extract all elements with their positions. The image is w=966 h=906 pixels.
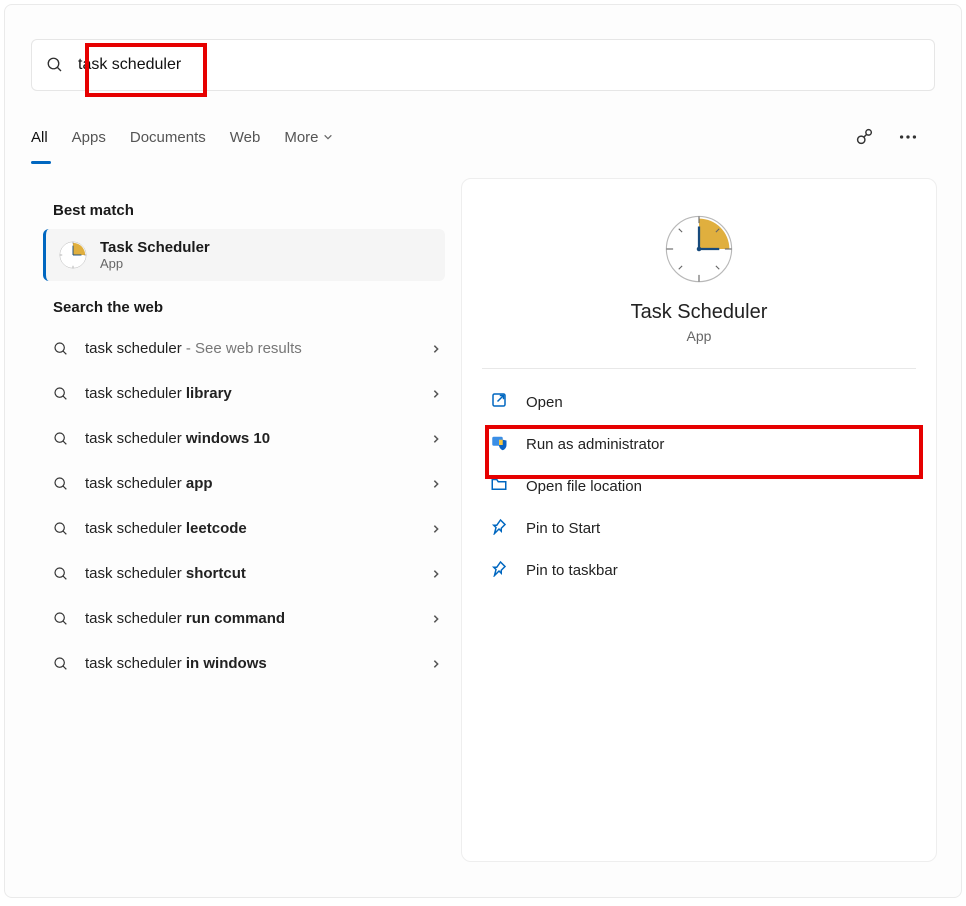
preview-action-label: Open <box>526 394 563 411</box>
pin-icon <box>490 517 508 539</box>
web-result[interactable]: task scheduler library <box>31 371 455 416</box>
preview-action-pin-to-start[interactable]: Pin to Start <box>482 507 916 549</box>
task-scheduler-large-icon <box>663 213 735 285</box>
web-result[interactable]: task scheduler windows 10 <box>31 416 455 461</box>
best-match-title: Task Scheduler <box>100 239 210 256</box>
search-input[interactable] <box>78 56 920 74</box>
pin-icon <box>490 559 508 581</box>
search-icon <box>53 611 69 627</box>
web-result-label: task scheduler app <box>85 475 415 492</box>
chevron-right-icon <box>431 344 441 354</box>
chevron-down-icon <box>323 132 333 142</box>
best-match-result[interactable]: Task Scheduler App <box>43 229 445 281</box>
web-result[interactable]: task scheduler shortcut <box>31 551 455 596</box>
web-result[interactable]: task scheduler in windows <box>31 641 455 686</box>
preview-separator <box>482 368 916 369</box>
results-column: Best match Task Scheduler App Search the… <box>9 178 461 882</box>
preview-action-open[interactable]: Open <box>482 381 916 423</box>
search-icon <box>53 521 69 537</box>
web-result[interactable]: task scheduler app <box>31 461 455 506</box>
search-icon <box>46 56 64 74</box>
web-results-list: task scheduler - See web results task sch… <box>31 326 455 686</box>
web-result[interactable]: task scheduler leetcode <box>31 506 455 551</box>
preview-action-label: Run as administrator <box>526 436 664 453</box>
tab-apps[interactable]: Apps <box>72 123 106 152</box>
search-icon <box>53 476 69 492</box>
open-external-icon <box>490 391 508 413</box>
filter-tabs: All Apps Documents Web More <box>31 123 853 152</box>
chevron-right-icon <box>431 614 441 624</box>
folder-icon <box>490 475 508 497</box>
shield-app-icon <box>490 433 508 455</box>
chevron-right-icon <box>431 659 441 669</box>
web-result-label: task scheduler in windows <box>85 655 415 672</box>
preview-action-label: Open file location <box>526 478 642 495</box>
web-result-label: task scheduler leetcode <box>85 520 415 537</box>
web-result[interactable]: task scheduler run command <box>31 596 455 641</box>
chevron-right-icon <box>431 569 441 579</box>
preview-action-pin-to-taskbar[interactable]: Pin to taskbar <box>482 549 916 591</box>
tab-more[interactable]: More <box>284 123 332 152</box>
active-tab-underline <box>31 161 51 164</box>
search-box[interactable] <box>31 39 935 91</box>
web-result-label: task scheduler - See web results <box>85 340 415 357</box>
preview-title: Task Scheduler <box>482 301 916 324</box>
feedback-icon[interactable] <box>853 126 875 148</box>
search-icon <box>53 386 69 402</box>
preview-actions-list: Open Run as administrator Open file locati… <box>482 381 916 591</box>
chevron-right-icon <box>431 434 441 444</box>
preview-action-run-as-administrator[interactable]: Run as administrator <box>482 423 916 465</box>
best-match-subtitle: App <box>100 256 210 271</box>
preview-action-open-file-location[interactable]: Open file location <box>482 465 916 507</box>
search-icon <box>53 341 69 357</box>
preview-subtitle: App <box>482 328 916 344</box>
tab-more-label: More <box>284 129 318 146</box>
section-best-match: Best match <box>53 202 455 219</box>
tab-web[interactable]: Web <box>230 123 261 152</box>
preview-action-label: Pin to taskbar <box>526 562 618 579</box>
more-options-icon[interactable] <box>897 126 919 148</box>
chevron-right-icon <box>431 389 441 399</box>
chevron-right-icon <box>431 524 441 534</box>
preview-panel: Task Scheduler App Open Run as administra… <box>461 178 937 862</box>
task-scheduler-icon <box>58 240 88 270</box>
tab-all[interactable]: All <box>31 123 48 152</box>
preview-action-label: Pin to Start <box>526 520 600 537</box>
tab-documents[interactable]: Documents <box>130 123 206 152</box>
section-search-web: Search the web <box>53 299 455 316</box>
filter-tabs-row: All Apps Documents Web More <box>31 109 935 165</box>
search-icon <box>53 566 69 582</box>
web-result-label: task scheduler library <box>85 385 415 402</box>
web-result-label: task scheduler windows 10 <box>85 430 415 447</box>
search-icon <box>53 656 69 672</box>
web-result-label: task scheduler shortcut <box>85 565 415 582</box>
web-result-label: task scheduler run command <box>85 610 415 627</box>
search-icon <box>53 431 69 447</box>
chevron-right-icon <box>431 479 441 489</box>
web-result[interactable]: task scheduler - See web results <box>31 326 455 371</box>
